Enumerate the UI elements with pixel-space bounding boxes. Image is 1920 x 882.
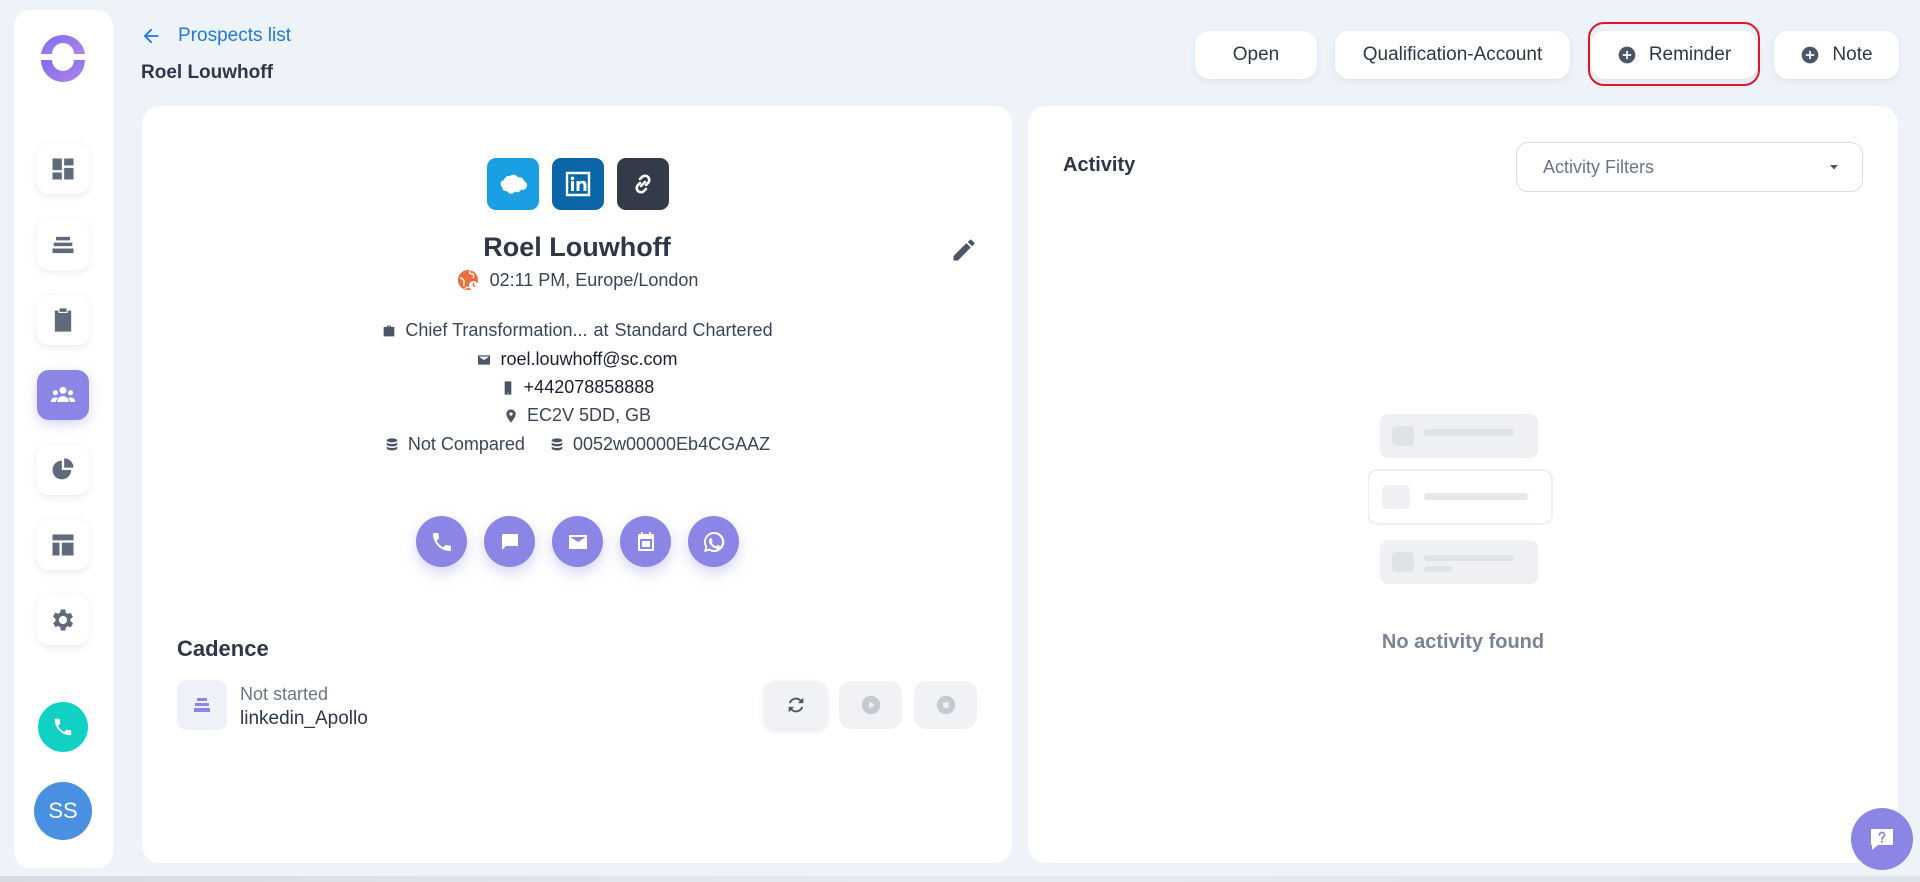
compare-status: Not Compared [407, 434, 525, 454]
nav-people[interactable] [37, 370, 89, 420]
play-icon [861, 695, 880, 715]
empty-activity-text: No activity found [1381, 631, 1545, 653]
app-logo[interactable] [38, 32, 88, 82]
email-row: roel.louwhoff@sc.com [142, 349, 1012, 370]
linkedin-link[interactable] [552, 158, 604, 210]
chat-bubble-icon [501, 533, 518, 550]
salesforce-link[interactable] [487, 158, 539, 210]
integration-links [487, 158, 669, 210]
cadence-item-icon [177, 680, 227, 730]
activity-filters-placeholder: Activity Filters [1543, 156, 1655, 177]
bottom-strip [0, 876, 1920, 882]
note-button-label: Note [1832, 44, 1873, 65]
plus-circle-icon [1802, 46, 1819, 64]
company-name: Standard Chartered [614, 320, 773, 340]
back-link[interactable]: Prospects list [140, 22, 291, 50]
mobile-icon [504, 380, 512, 395]
help-chat-icon [1871, 829, 1893, 850]
reports-icon [52, 458, 74, 480]
message-action-button[interactable] [484, 516, 535, 567]
record-id: 0052w00000Eb4CGAAZ [572, 434, 771, 454]
external-link[interactable] [617, 158, 669, 210]
job-title: Chief Transformation... [405, 320, 588, 340]
cadence-status: Not started [240, 684, 329, 704]
nav-reports[interactable] [37, 445, 89, 495]
empty-activity-illustration [1368, 414, 1553, 584]
email-value[interactable]: roel.louwhoff@sc.com [500, 349, 677, 370]
cadence-title: Cadence [177, 636, 269, 661]
qualification-account-label: Qualification-Account [1362, 44, 1543, 65]
refresh-icon [788, 697, 803, 713]
location-value: EC2V 5DD, GB [526, 405, 652, 425]
cadence-name[interactable]: linkedin_Apollo [240, 708, 368, 730]
contact-actions [416, 516, 739, 567]
prospect-panel: Roel Louwhoff 02:11 PM, Europe/London Ch… [142, 106, 1012, 863]
prospect-name: Roel Louwhoff [483, 232, 671, 262]
calendar-icon [637, 531, 654, 551]
mail-icon [478, 354, 491, 365]
sidebar: SS [14, 10, 113, 868]
nav-templates[interactable] [37, 520, 89, 570]
linkedin-icon [565, 171, 591, 197]
mail-icon [568, 534, 587, 549]
edit-icon[interactable] [950, 236, 978, 264]
page-title: Roel Louwhoff [141, 62, 273, 83]
job-row: Chief Transformation... at Standard Char… [142, 320, 1012, 341]
cadence-icon [52, 236, 74, 254]
location-row: EC2V 5DD, GB [142, 405, 1012, 426]
whatsapp-action-button[interactable] [688, 516, 739, 567]
back-link-label: Prospects list [178, 25, 291, 46]
nav-tasks[interactable] [37, 295, 89, 345]
link-icon [635, 174, 651, 194]
settings-icon [52, 609, 74, 631]
nav-dashboard[interactable] [37, 144, 89, 194]
timezone-icon [457, 270, 478, 290]
phone-row: +442078858888 [142, 377, 1012, 398]
local-time-text: 02:11 PM, Europe/London [489, 269, 699, 290]
stop-icon [936, 695, 955, 715]
call-button[interactable] [38, 702, 88, 752]
nav-cadence[interactable] [37, 220, 89, 270]
salesforce-icon [500, 174, 528, 194]
help-button[interactable] [1851, 808, 1913, 870]
nav-settings[interactable] [37, 595, 89, 645]
cadence-icon [194, 698, 210, 712]
cadence-stop-button[interactable] [914, 681, 977, 729]
templates-icon [52, 534, 74, 556]
location-pin-icon [506, 408, 516, 423]
avatar[interactable]: SS [34, 782, 92, 840]
phone-icon [432, 532, 451, 551]
call-action-button[interactable] [416, 516, 467, 567]
local-time: 02:11 PM, Europe/London [142, 268, 1012, 292]
open-button[interactable]: Open [1195, 31, 1317, 79]
caret-down-icon [1830, 165, 1838, 170]
activity-filters-select[interactable]: Activity Filters [1516, 142, 1863, 192]
arrow-left-icon [143, 28, 159, 44]
cadence-play-button[interactable] [839, 681, 902, 729]
phone-value[interactable]: +442078858888 [524, 377, 655, 398]
activity-panel: Activity Activity Filters No activity fo… [1028, 106, 1898, 863]
reminder-highlight [1588, 22, 1760, 86]
cadence-refresh-button[interactable] [764, 681, 827, 729]
tasks-icon [54, 308, 72, 332]
database-icon [386, 437, 398, 450]
people-icon [50, 386, 76, 402]
dashboard-icon [52, 158, 74, 180]
phone-icon [54, 718, 72, 736]
email-action-button[interactable] [552, 516, 603, 567]
calendar-action-button[interactable] [620, 516, 671, 567]
briefcase-icon [384, 325, 395, 336]
note-button[interactable]: Note [1774, 31, 1899, 79]
crm-row: Not Compared 0052w00000Eb4CGAAZ [142, 434, 1012, 455]
job-at: at [593, 320, 609, 340]
database-icon [551, 437, 563, 450]
qualification-account-button[interactable]: Qualification-Account [1335, 31, 1570, 79]
whatsapp-icon [703, 531, 724, 552]
open-button-label: Open [1232, 44, 1280, 65]
activity-title: Activity [1063, 154, 1136, 176]
